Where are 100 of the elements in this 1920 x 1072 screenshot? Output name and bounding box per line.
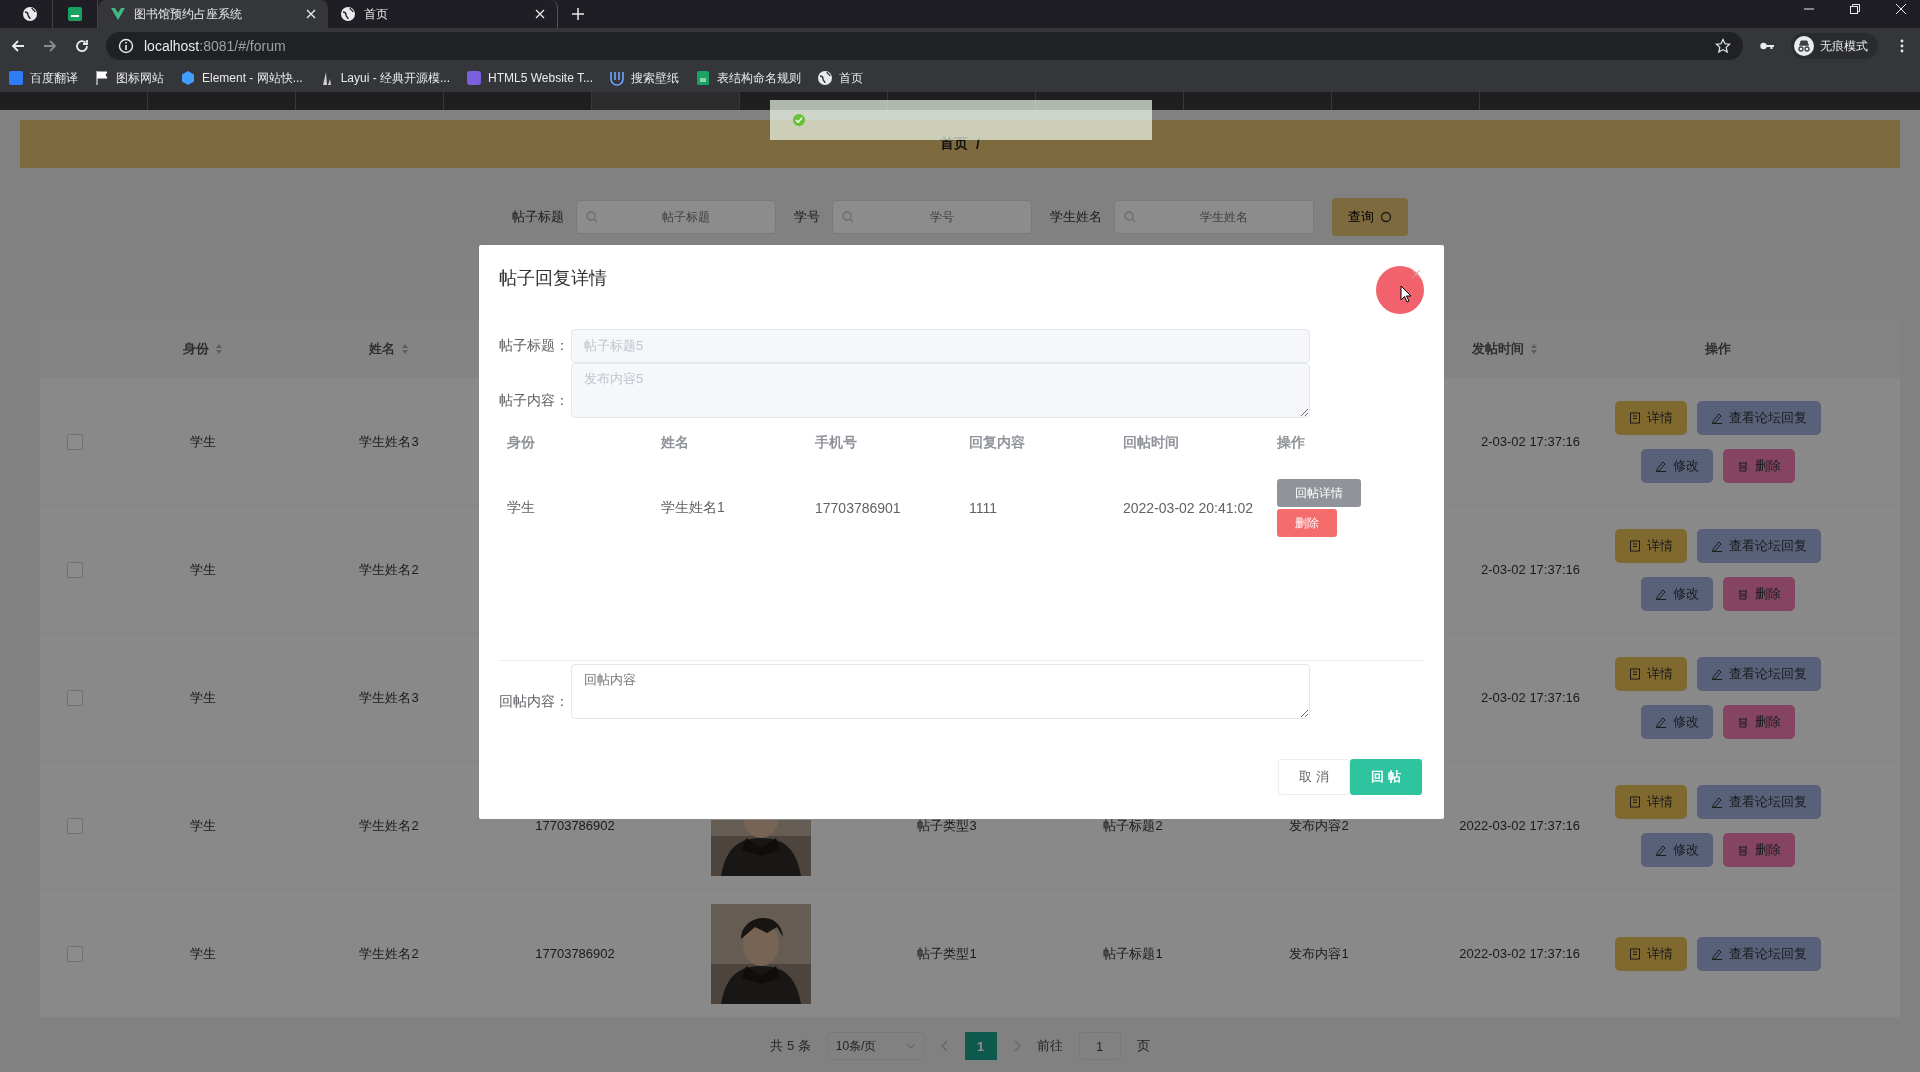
bookmark-label: Layui - 经典开源模...: [340, 69, 451, 87]
table-cell-text: 2-03-02 17:37:16: [1479, 690, 1580, 705]
delete-button[interactable]: 删除: [1277, 509, 1337, 537]
detail-button[interactable]: 详情: [1615, 656, 1687, 691]
field-label: 回帖内容：: [499, 693, 570, 711]
table-cell-text: 2022-03-02 17:37:16: [1458, 818, 1580, 833]
column-header: 回帖时间: [1123, 434, 1179, 450]
total-count: 共 5 条: [770, 1037, 811, 1055]
bookmark[interactable]: 表结构命名规则: [695, 69, 801, 87]
table-cell: 学生: [507, 499, 535, 515]
column-header[interactable]: 姓名: [369, 340, 395, 358]
table-cell: 学生: [190, 816, 216, 835]
table-cell: 帖子标题2: [1103, 816, 1163, 835]
delete-button[interactable]: 删除: [1723, 704, 1795, 739]
bookmark[interactable]: 搜索壁纸: [609, 69, 679, 87]
forward-icon[interactable]: [42, 38, 58, 54]
page-jump-field[interactable]: 1: [1078, 1032, 1121, 1060]
pencil-icon: [1655, 459, 1667, 472]
bookmark-label: 搜索壁纸: [631, 69, 679, 87]
view-button[interactable]: 查看论坛回复: [1697, 528, 1821, 563]
table-cell-text: 2022-03-02 17:37:16: [1458, 946, 1580, 961]
view-button[interactable]: 查看论坛回复: [1697, 656, 1821, 691]
table-cell: 学生: [190, 432, 216, 451]
cancel-button[interactable]: 取 消: [1278, 759, 1350, 795]
star-icon[interactable]: [1715, 38, 1731, 54]
search-icon: [586, 211, 598, 223]
table-cell: 发布内容1: [1289, 944, 1349, 963]
filter-field[interactable]: 帖子标题: [576, 200, 776, 234]
bookmark[interactable]: 首页: [817, 69, 863, 87]
checkbox[interactable]: [67, 433, 83, 450]
breadcrumb-link[interactable]: 首页: [940, 135, 969, 153]
column-header[interactable]: 操作: [1705, 340, 1731, 358]
bookmark[interactable]: Element - 网站快...: [180, 69, 303, 87]
address-field[interactable]: localhost:8081/#/forum: [106, 32, 1743, 60]
delete-button[interactable]: 删除: [1723, 448, 1795, 483]
table-cell: 17703786902: [535, 818, 615, 833]
tab-title: 首页: [364, 5, 389, 23]
bookmark[interactable]: 图标网站: [94, 69, 164, 87]
edit-button[interactable]: 修改: [1641, 576, 1713, 611]
table-cell: 学生: [190, 560, 216, 579]
browser-tab[interactable]: 图书馆预约占座系统: [98, 0, 328, 28]
search-icon: [1124, 211, 1136, 223]
delete-button[interactable]: 删除: [1723, 832, 1795, 867]
search-icon: [1380, 211, 1392, 223]
filter-label: 学号: [794, 208, 820, 226]
back-icon[interactable]: [10, 38, 26, 54]
filter-field[interactable]: 学生姓名: [1114, 200, 1314, 234]
bookmark[interactable]: HTML5 Website T...: [466, 70, 593, 86]
reply-field[interactable]: 回帖内容: [571, 664, 1310, 719]
trash-icon: [1737, 843, 1749, 856]
app-icon: [466, 70, 483, 86]
trash-icon: [1737, 459, 1749, 472]
edit-button[interactable]: 修改: [1641, 704, 1713, 739]
column-header: 回复内容: [969, 434, 1025, 450]
checkbox[interactable]: [67, 561, 83, 578]
profile-button[interactable]: 无痕模式: [1791, 33, 1878, 59]
table-cell: 学生姓名2: [359, 944, 419, 963]
detail-button[interactable]: 回帖详情: [1277, 479, 1361, 507]
reload-icon[interactable]: [74, 38, 90, 54]
page-size-select[interactable]: 10条/页: [826, 1032, 925, 1060]
view-button[interactable]: 查看论坛回复: [1697, 400, 1821, 435]
column-header[interactable]: 身份: [183, 340, 209, 358]
trash-icon: [1737, 715, 1749, 728]
dialog-title: 帖子回复详情: [499, 267, 607, 290]
bookmark-label: HTML5 Website T...: [488, 71, 593, 85]
table-cell: 学生姓名3: [359, 688, 419, 707]
document-icon: [1629, 947, 1641, 960]
filter-field[interactable]: 学号: [832, 200, 1032, 234]
delete-button[interactable]: 删除: [1723, 576, 1795, 611]
detail-button[interactable]: 详情: [1615, 936, 1687, 971]
edit-button[interactable]: 修改: [1641, 832, 1713, 867]
edit-button[interactable]: 修改: [1641, 448, 1713, 483]
bookmark[interactable]: 百度翻译: [8, 69, 78, 87]
page-unit: 页: [1136, 1037, 1150, 1055]
square-icon: [8, 70, 24, 86]
table-cell: 17703786901: [815, 500, 901, 516]
globe-icon: [22, 6, 38, 22]
restore-icon[interactable]: [1850, 4, 1860, 14]
page-button[interactable]: 1: [964, 1032, 997, 1060]
table-cell: 学生姓名2: [359, 560, 419, 579]
view-button[interactable]: 查看论坛回复: [1697, 936, 1821, 971]
search-button[interactable]: 查询: [1332, 198, 1408, 236]
bookmark[interactable]: Layui - 经典开源模...: [318, 69, 451, 87]
app-icon: [67, 6, 83, 22]
detail-button[interactable]: 详情: [1615, 400, 1687, 435]
table-cell: 学生姓名2: [359, 816, 419, 835]
checkbox[interactable]: [67, 945, 83, 962]
checkbox[interactable]: [67, 689, 83, 706]
new-tab-icon[interactable]: [572, 8, 584, 20]
detail-button[interactable]: 详情: [1615, 784, 1687, 819]
reply-button[interactable]: 回 帖: [1350, 759, 1422, 795]
column-header[interactable]: 发帖时间: [1472, 340, 1524, 358]
pencil-icon: [1655, 843, 1667, 856]
view-button[interactable]: 查看论坛回复: [1697, 784, 1821, 819]
table-cell: 发布内容2: [1289, 816, 1349, 835]
checkbox[interactable]: [67, 817, 83, 834]
bookmark-label: 表结构命名规则: [717, 69, 801, 87]
detail-button[interactable]: 详情: [1615, 528, 1687, 563]
flag-icon: [94, 70, 110, 86]
pencil-icon: [1655, 715, 1667, 728]
